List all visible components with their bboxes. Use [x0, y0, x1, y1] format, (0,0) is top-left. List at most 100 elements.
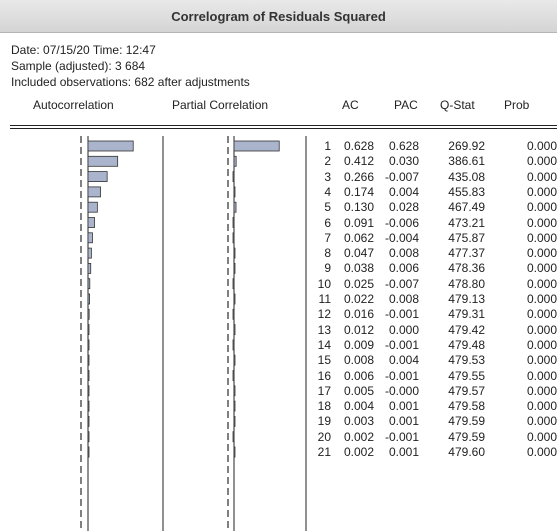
pac-cell: 0.001 [388, 414, 419, 429]
ac-cell: 0.412 [343, 154, 374, 169]
pac-bar [233, 155, 237, 167]
qstat-cell: 478.80 [448, 276, 485, 291]
ac-cell: 0.628 [343, 139, 374, 153]
ac-cell: 0.091 [343, 215, 374, 230]
qstat-cell: 478.36 [448, 261, 485, 276]
pac-bar [233, 186, 236, 198]
lag-cell: 20 [317, 429, 331, 444]
ac-bar [87, 217, 95, 228]
qstat-cell: 269.92 [448, 139, 485, 153]
lag-cell: 5 [324, 200, 331, 215]
pac-cell: 0.001 [388, 399, 419, 414]
prob-cell: 0.000 [526, 154, 557, 169]
qstat-cell: 479.55 [448, 368, 485, 383]
ac-bar [87, 232, 93, 244]
lag-cell: 2 [324, 154, 331, 169]
pac-bar [232, 232, 235, 244]
pac-bar [233, 293, 236, 305]
lag-cell: 18 [317, 399, 331, 414]
ac-bar [87, 446, 90, 458]
pac-cell: -0.000 [384, 383, 419, 398]
lag-cell: 16 [317, 368, 331, 383]
ac-cell: 0.047 [343, 246, 374, 261]
qstat-cell: 479.42 [448, 322, 485, 337]
pac-bar [233, 262, 236, 274]
pac-bar [232, 431, 235, 443]
qstat-cell: 386.61 [448, 154, 485, 169]
ac-bar [87, 400, 90, 412]
pac-bar [232, 308, 235, 320]
pac-cell: 0.030 [388, 154, 419, 169]
qstat-cell: 467.49 [448, 200, 485, 215]
pac-cell: -0.007 [384, 276, 419, 291]
lag-cell: 21 [317, 445, 331, 459]
ac-bar [87, 308, 90, 320]
prob-cell: 0.000 [526, 215, 557, 230]
pac-cell: 0.004 [388, 184, 419, 199]
prob-cell: 0.000 [526, 230, 557, 245]
pac-cell: -0.007 [384, 169, 419, 184]
ac-bar [87, 293, 90, 305]
pac-bar [233, 324, 236, 336]
prob-cell: 0.000 [526, 383, 557, 398]
ac-bar [87, 278, 91, 290]
qstat-cell: 479.59 [448, 429, 485, 444]
pac-cell: 0.008 [388, 292, 419, 306]
ac-cell: 0.009 [343, 337, 374, 352]
prob-cell: 0.000 [526, 399, 557, 414]
qstat-cell: 435.08 [448, 169, 485, 184]
pac-cell: 0.028 [388, 200, 419, 215]
ac-bar [87, 324, 90, 336]
qstat-cell: 477.37 [448, 246, 485, 261]
ac-bar [87, 247, 92, 259]
qstat-cell: 479.31 [448, 307, 485, 322]
prob-cell: 0.000 [526, 368, 557, 383]
pac-cell: 0.000 [388, 322, 419, 337]
ac-bar [87, 262, 92, 274]
prob-cell: 0.000 [526, 184, 557, 199]
lag-cell: 8 [324, 246, 331, 261]
qstat-cell: 479.60 [448, 445, 485, 459]
lag-cell: 10 [317, 276, 331, 291]
ac-cell: 0.005 [343, 383, 374, 398]
prob-cell: 0.000 [526, 139, 557, 153]
prob-cell: 0.000 [526, 200, 557, 215]
pac-cell: -0.006 [384, 215, 419, 230]
ac-cell: 0.022 [343, 292, 374, 306]
lag-cell: 15 [317, 353, 331, 368]
lag-cell: 4 [324, 184, 331, 199]
ac-bar [87, 431, 90, 443]
ac-cell: 0.006 [343, 368, 374, 383]
prob-cell: 0.000 [526, 429, 557, 444]
ac-cell: 0.266 [343, 169, 374, 184]
ac-bar [87, 415, 90, 427]
pac-cell: 0.008 [388, 246, 419, 261]
pac-bar [232, 278, 235, 290]
pac-bar [233, 140, 280, 152]
qstat-cell: 479.58 [448, 399, 485, 414]
pac-cell: 0.628 [388, 139, 419, 153]
lag-cell: 19 [317, 414, 331, 429]
ac-cell: 0.016 [343, 307, 374, 322]
prob-cell: 0.000 [526, 292, 557, 306]
pac-bar [233, 201, 237, 213]
ac-cell: 0.012 [343, 322, 374, 337]
ac-bar [87, 155, 119, 167]
qstat-cell: 475.87 [448, 230, 485, 245]
prob-cell: 0.000 [526, 337, 557, 352]
ac-cell: 0.130 [343, 200, 374, 215]
qstat-cell: 479.53 [448, 353, 485, 368]
ac-cell: 0.062 [343, 230, 374, 245]
qstat-cell: 455.83 [448, 184, 485, 199]
ac-bar [87, 385, 90, 397]
pac-cell: 0.001 [388, 445, 419, 459]
ac-bar [87, 140, 134, 152]
ac-bar [87, 201, 98, 213]
ac-bar [87, 370, 90, 381]
lag-cell: 1 [324, 139, 331, 153]
lag-cell: 14 [317, 337, 331, 352]
qstat-cell: 479.59 [448, 414, 485, 429]
qstat-cell: 479.48 [448, 337, 485, 352]
pac-bar [233, 415, 236, 427]
pac-bar [233, 354, 236, 366]
